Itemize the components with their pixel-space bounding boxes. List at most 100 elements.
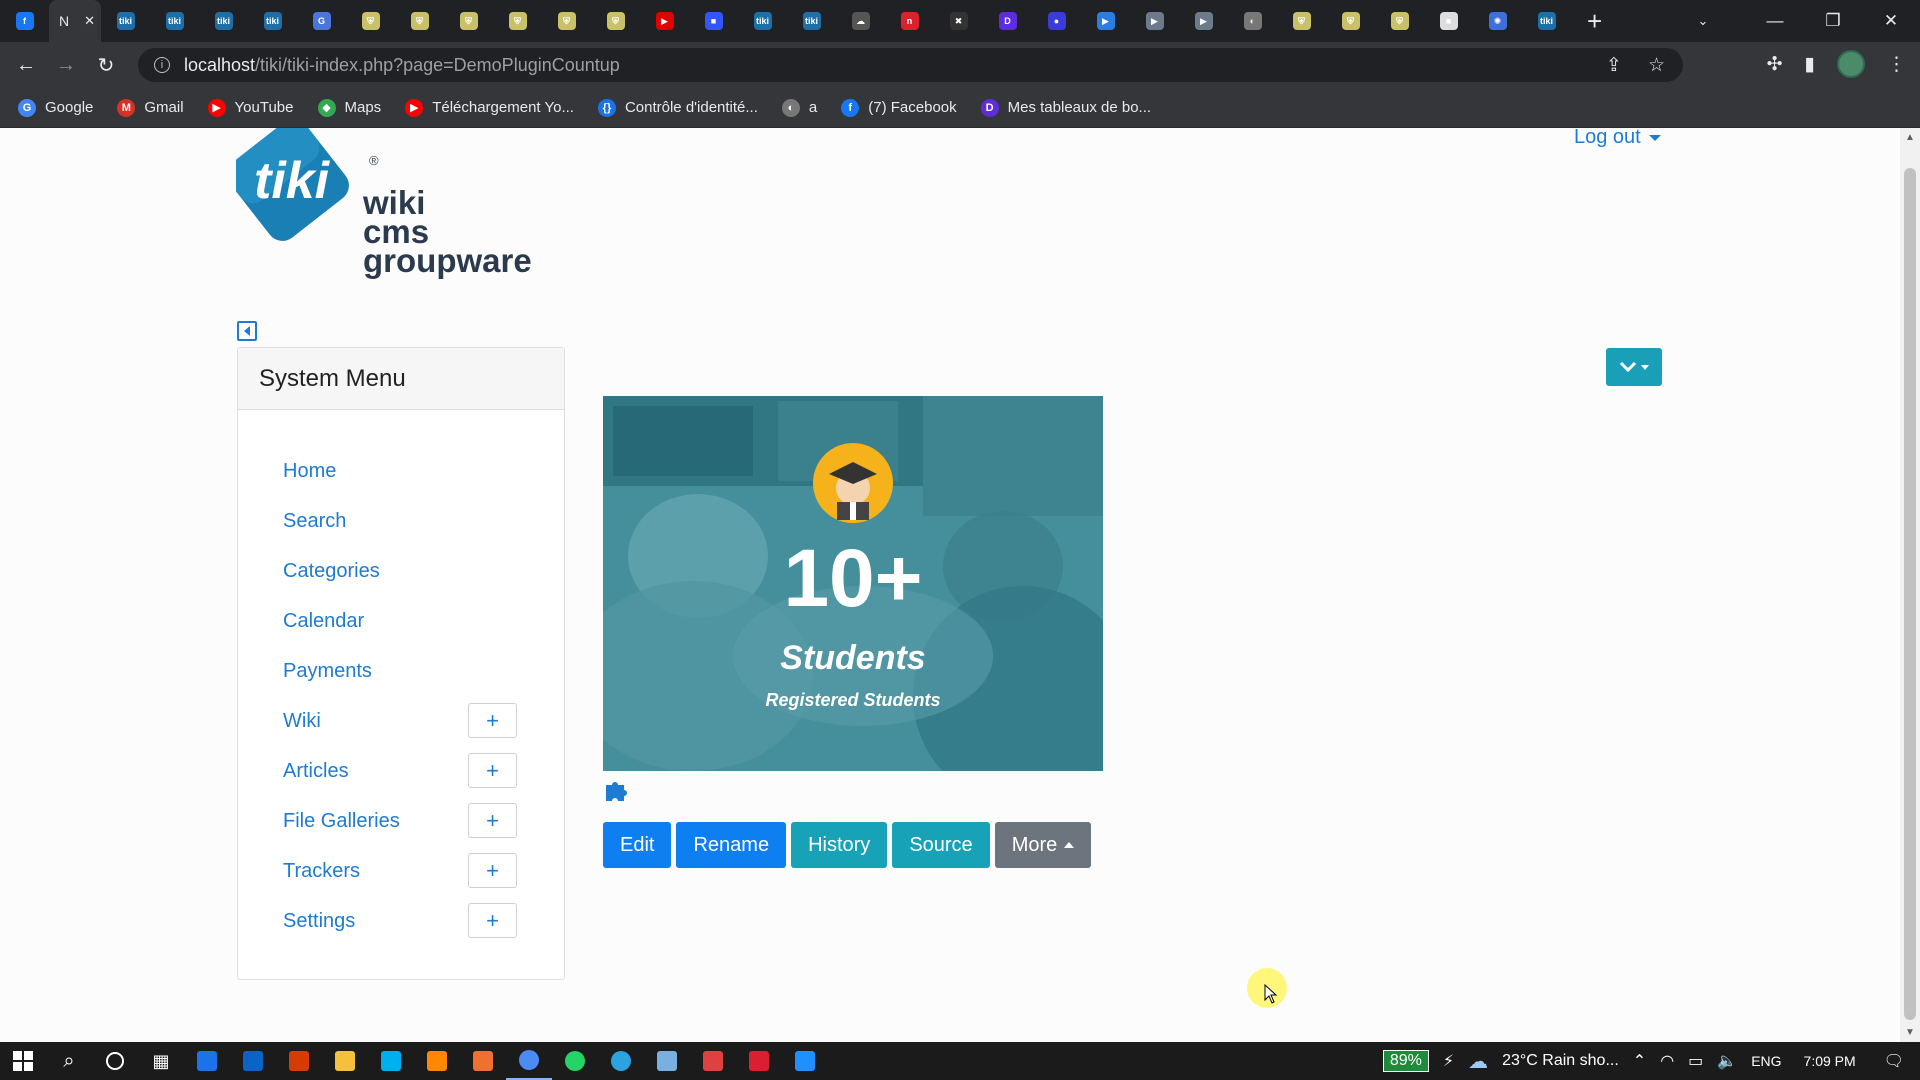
- browser-tab[interactable]: tiki: [199, 0, 248, 42]
- outlook-icon[interactable]: [230, 1042, 276, 1080]
- restore-icon[interactable]: ❐: [1804, 11, 1862, 31]
- bookmark-item[interactable]: ◆ Maps: [317, 98, 381, 117]
- browser-tab[interactable]: ☁: [836, 0, 885, 42]
- browser-tab[interactable]: G: [297, 0, 346, 42]
- telegram-icon[interactable]: [598, 1042, 644, 1080]
- puzzle-piece-icon[interactable]: [603, 776, 631, 802]
- scroll-up-icon[interactable]: ▲: [1905, 132, 1915, 143]
- address-bar[interactable]: i localhost /tiki/tiki-index.php?page=De…: [138, 48, 1683, 82]
- whatsapp-icon[interactable]: [552, 1042, 598, 1080]
- reload-icon[interactable]: ↻: [86, 53, 126, 78]
- file-explorer-icon[interactable]: [322, 1042, 368, 1080]
- app-red-icon[interactable]: [690, 1042, 736, 1080]
- wifi-icon[interactable]: ◠: [1660, 1051, 1674, 1071]
- windows-start-icon[interactable]: [0, 1042, 46, 1080]
- notepad-icon[interactable]: [644, 1042, 690, 1080]
- browser-tab[interactable]: ▶: [640, 0, 689, 42]
- history-button[interactable]: History: [791, 822, 888, 868]
- browser-tab[interactable]: n: [885, 0, 934, 42]
- skype-icon[interactable]: [368, 1042, 414, 1080]
- bookmark-item[interactable]: G Google: [18, 98, 93, 117]
- page-actions-dropdown[interactable]: [1606, 348, 1662, 386]
- browser-tab-active[interactable]: N ✕: [49, 0, 101, 42]
- browser-tab[interactable]: D: [983, 0, 1032, 42]
- browser-menu-icon[interactable]: ⋮: [1887, 53, 1906, 76]
- forward-icon[interactable]: →: [46, 54, 86, 77]
- expand-submenu-button[interactable]: +: [468, 903, 517, 938]
- mail-app-icon[interactable]: [184, 1042, 230, 1080]
- bookmark-item[interactable]: {} Contrôle d'identité...: [597, 98, 758, 117]
- browser-tab[interactable]: ▶: [1130, 0, 1179, 42]
- notifications-icon[interactable]: 🗨: [1884, 1051, 1904, 1071]
- weather-text[interactable]: 23°C Rain sho...: [1502, 1052, 1619, 1070]
- browser-tab[interactable]: ■: [689, 0, 738, 42]
- menu-link[interactable]: Categories: [283, 560, 380, 583]
- side-panel-icon[interactable]: ▮: [1805, 53, 1815, 76]
- expand-submenu-button[interactable]: +: [468, 803, 517, 838]
- scroll-down-icon[interactable]: ▼: [1905, 1027, 1915, 1038]
- clock[interactable]: 7:09 PM: [1804, 1053, 1856, 1069]
- rename-button[interactable]: Rename: [676, 822, 787, 868]
- chevron-up-icon[interactable]: ⌃: [1633, 1051, 1646, 1071]
- browser-tab[interactable]: ⛨: [1277, 0, 1326, 42]
- expand-submenu-button[interactable]: +: [468, 703, 517, 738]
- browser-tab[interactable]: tiki: [787, 0, 836, 42]
- new-tab-button[interactable]: +: [1587, 6, 1602, 37]
- menu-link[interactable]: Articles: [283, 760, 349, 783]
- tiki-logo[interactable]: tiki ® wiki cms groupware: [236, 128, 546, 288]
- source-button[interactable]: Source: [892, 822, 990, 868]
- browser-tab[interactable]: ⛨: [493, 0, 542, 42]
- back-icon[interactable]: ←: [6, 54, 46, 77]
- menu-link[interactable]: File Galleries: [283, 810, 400, 833]
- display-icon[interactable]: ▭: [1688, 1051, 1703, 1071]
- more-button[interactable]: More: [994, 822, 1092, 868]
- vscode-icon[interactable]: [782, 1042, 828, 1080]
- cortana-icon[interactable]: [92, 1042, 138, 1080]
- chrome-icon[interactable]: [506, 1042, 552, 1080]
- extensions-icon[interactable]: ✣: [1767, 53, 1783, 76]
- browser-tab[interactable]: tiki: [248, 0, 297, 42]
- close-window-icon[interactable]: ✕: [1862, 11, 1920, 31]
- browser-tab[interactable]: f: [0, 0, 49, 42]
- menu-link[interactable]: Wiki: [283, 710, 321, 733]
- minimize-icon[interactable]: —: [1746, 11, 1804, 31]
- task-view-icon[interactable]: ▦: [138, 1042, 184, 1080]
- expand-submenu-button[interactable]: +: [468, 753, 517, 788]
- search-icon[interactable]: ⌕: [46, 1042, 92, 1080]
- browser-tab[interactable]: tiki: [738, 0, 787, 42]
- browser-tab[interactable]: tiki: [150, 0, 199, 42]
- bookmark-star-icon[interactable]: ☆: [1648, 54, 1665, 77]
- battery-indicator[interactable]: 89%: [1382, 1050, 1429, 1072]
- browser-tab[interactable]: tiki: [1522, 0, 1571, 42]
- office-icon[interactable]: [276, 1042, 322, 1080]
- browser-tab[interactable]: tiki: [101, 0, 150, 42]
- bookmark-item[interactable]: D Mes tableaux de bo...: [980, 98, 1151, 117]
- browser-tab[interactable]: ■: [1424, 0, 1473, 42]
- collapse-sidebar-button[interactable]: [237, 321, 257, 341]
- close-tab-icon[interactable]: ✕: [84, 13, 95, 29]
- browser-tab[interactable]: ⛨: [591, 0, 640, 42]
- menu-link[interactable]: Calendar: [283, 610, 364, 633]
- browser-tab[interactable]: ⛨: [346, 0, 395, 42]
- share-icon[interactable]: ⇪: [1606, 54, 1622, 77]
- app-red2-icon[interactable]: [736, 1042, 782, 1080]
- menu-link[interactable]: Settings: [283, 910, 355, 933]
- bookmark-item[interactable]: f (7) Facebook: [841, 98, 957, 117]
- tab-search-icon[interactable]: ⌄: [1674, 13, 1732, 29]
- expand-submenu-button[interactable]: +: [468, 853, 517, 888]
- browser-tab[interactable]: ◐: [1228, 0, 1277, 42]
- store-app-icon[interactable]: [460, 1042, 506, 1080]
- browser-tab[interactable]: ⛨: [542, 0, 591, 42]
- edit-button[interactable]: Edit: [603, 822, 672, 868]
- browser-tab[interactable]: ✖: [934, 0, 983, 42]
- bookmark-item[interactable]: ▶ Téléchargement Yo...: [405, 98, 574, 117]
- browser-tab[interactable]: ⛨: [1326, 0, 1375, 42]
- browser-tab[interactable]: ▶: [1081, 0, 1130, 42]
- language-indicator[interactable]: ENG: [1751, 1053, 1781, 1069]
- browser-tab[interactable]: ✺: [1473, 0, 1522, 42]
- menu-link[interactable]: Home: [283, 460, 336, 483]
- logout-link[interactable]: Log out: [1574, 128, 1661, 149]
- bookmark-item[interactable]: ▶ YouTube: [207, 98, 294, 117]
- page-scrollbar[interactable]: ▲ ▼: [1900, 128, 1920, 1042]
- browser-tab[interactable]: ▶: [1179, 0, 1228, 42]
